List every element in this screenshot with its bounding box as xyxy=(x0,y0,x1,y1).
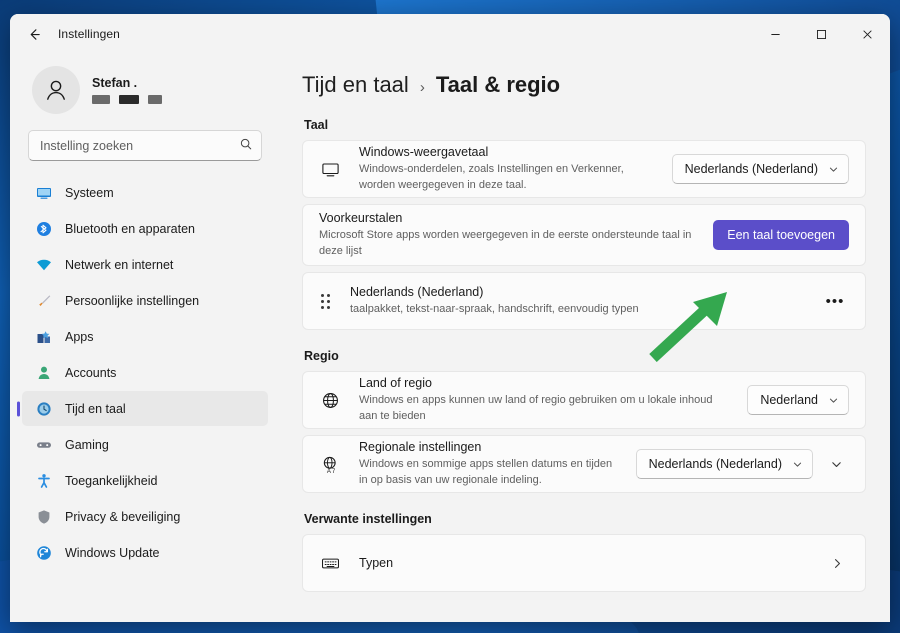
bluetooth-icon xyxy=(35,220,52,237)
expand-row-button[interactable] xyxy=(823,451,849,477)
chevron-down-icon xyxy=(828,164,839,175)
row-title: Land of regio xyxy=(359,376,432,391)
sidebar-item-label: Privacy & beveiliging xyxy=(65,509,181,524)
row-title: Regionale instellingen xyxy=(359,440,482,455)
sidebar-item-privacy-beveiliging[interactable]: Privacy & beveiliging xyxy=(22,499,268,534)
close-button[interactable] xyxy=(844,14,890,54)
wifi-icon xyxy=(35,256,52,273)
row-typing-settings[interactable]: Typen xyxy=(302,534,866,592)
sidebar: Stefan . Systeem xyxy=(10,54,280,622)
sidebar-item-bluetooth-en-apparaten[interactable]: Bluetooth en apparaten xyxy=(22,211,268,246)
user-email-redacted xyxy=(92,95,162,104)
monitor-icon xyxy=(319,160,341,179)
section-title-verwante-instellingen: Verwante instellingen xyxy=(304,512,432,526)
search-box xyxy=(28,130,262,161)
row-subtitle: Windows en apps kunnen uw land of regio … xyxy=(359,394,713,422)
sidebar-item-label: Toegankelijkheid xyxy=(65,473,158,488)
add-language-button[interactable]: Een taal toevoegen xyxy=(713,220,849,250)
dropdown-value: Nederland xyxy=(760,393,818,407)
row-regional-format[interactable]: A 7 Regionale instellingen Windows en so… xyxy=(302,435,866,493)
regional-format-dropdown[interactable]: Nederlands (Nederland) xyxy=(635,449,813,479)
chevron-down-icon xyxy=(828,395,839,406)
minimize-icon xyxy=(770,33,780,35)
shield-icon xyxy=(35,508,52,525)
clock-icon xyxy=(35,400,52,417)
chevron-right-icon xyxy=(825,557,849,570)
sidebar-item-apps[interactable]: Apps xyxy=(22,319,268,354)
title-bar: Instellingen xyxy=(10,14,890,54)
sidebar-item-label: Persoonlijke instellingen xyxy=(65,293,200,308)
page-title: Taal & regio xyxy=(435,72,561,97)
sidebar-item-toegankelijkheid[interactable]: Toegankelijkheid xyxy=(22,463,268,498)
row-preferred-languages: Voorkeurstalen Microsoft Store apps word… xyxy=(302,204,866,266)
maximize-icon xyxy=(816,29,826,39)
accessibility-icon xyxy=(35,472,52,489)
close-icon xyxy=(862,29,872,39)
sidebar-item-label: Tijd en taal xyxy=(65,401,126,416)
row-subtitle: Microsoft Store apps worden weergegeven … xyxy=(319,229,692,257)
globe-text-icon: A 7 xyxy=(319,455,341,474)
section-title-taal: Taal xyxy=(304,118,329,132)
user-profile[interactable]: Stefan . xyxy=(22,54,268,128)
row-subtitle: Windows en sommige apps stellen datums e… xyxy=(359,458,613,486)
row-country-or-region[interactable]: Land of regio Windows en apps kunnen uw … xyxy=(302,371,866,429)
person-avatar-icon xyxy=(47,80,65,100)
minimize-button[interactable] xyxy=(752,14,798,54)
breadcrumb-separator-icon: › xyxy=(419,79,425,96)
row-subtitle: Windows-onderdelen, zoals Instellingen e… xyxy=(359,163,624,191)
back-button[interactable] xyxy=(18,18,50,50)
dropdown-value: Nederlands (Nederland) xyxy=(684,162,818,176)
sidebar-item-label: Windows Update xyxy=(65,545,160,560)
arrow-left-icon xyxy=(30,28,40,40)
search-input[interactable] xyxy=(28,130,262,161)
section-title-regio: Regio xyxy=(304,349,339,363)
sidebar-item-netwerk-en-internet[interactable]: Netwerk en internet xyxy=(22,247,268,282)
row-display-language[interactable]: Windows-weergavetaal Windows-onderdelen,… xyxy=(302,140,866,198)
row-subtitle: taalpakket, tekst-naar-spraak, handschri… xyxy=(350,303,639,316)
apps-icon xyxy=(35,328,52,345)
sidebar-item-label: Accounts xyxy=(65,365,117,380)
gamepad-icon xyxy=(35,436,52,453)
sidebar-item-windows-update[interactable]: Windows Update xyxy=(22,535,268,570)
sidebar-item-accounts[interactable]: Accounts xyxy=(22,355,268,390)
row-title: Windows-weergavetaal xyxy=(359,145,489,160)
breadcrumb: Tijd en taal › Taal & regio xyxy=(302,54,866,112)
maximize-button[interactable] xyxy=(798,14,844,54)
sidebar-item-systeem[interactable]: Systeem xyxy=(22,175,268,210)
sidebar-nav: Systeem Bluetooth en apparaten Netwerk e… xyxy=(22,175,268,570)
monitor-icon xyxy=(35,184,52,201)
dropdown-value: Nederlands (Nederland) xyxy=(648,457,782,471)
user-name: Stefan . xyxy=(92,76,138,90)
svg-text:7: 7 xyxy=(331,468,335,474)
drag-handle-icon[interactable] xyxy=(321,293,330,309)
sidebar-item-label: Systeem xyxy=(65,185,114,200)
avatar xyxy=(32,66,80,114)
sidebar-item-tijd-en-taal[interactable]: Tijd en taal xyxy=(22,391,268,426)
globe-icon xyxy=(319,391,341,410)
chevron-down-icon xyxy=(792,459,803,470)
sidebar-item-label: Gaming xyxy=(65,437,109,452)
row-language-list-item[interactable]: Nederlands (Nederland) taalpakket, tekst… xyxy=(302,272,866,330)
main-content: Tijd en taal › Taal & regio Taal Windows… xyxy=(280,54,890,622)
country-dropdown[interactable]: Nederland xyxy=(747,385,849,415)
window-controls xyxy=(752,14,890,54)
keyboard-icon xyxy=(319,554,341,573)
sidebar-item-label: Apps xyxy=(65,329,94,344)
row-title: Typen xyxy=(359,555,394,570)
display-language-dropdown[interactable]: Nederlands (Nederland) xyxy=(671,154,849,184)
person-icon xyxy=(35,364,52,381)
search-icon[interactable] xyxy=(239,137,253,156)
update-icon xyxy=(35,544,52,561)
sidebar-item-gaming[interactable]: Gaming xyxy=(22,427,268,462)
app-title: Instellingen xyxy=(58,27,120,41)
sidebar-item-persoonlijke-instellingen[interactable]: Persoonlijke instellingen xyxy=(22,283,268,318)
breadcrumb-parent[interactable]: Tijd en taal xyxy=(302,72,409,98)
language-options-button[interactable]: ••• xyxy=(821,287,849,315)
row-title: Voorkeurstalen xyxy=(319,211,403,226)
settings-window: Instellingen Stefan . Instelling zoeken … xyxy=(10,14,890,622)
row-title: Nederlands (Nederland) xyxy=(350,285,484,300)
sidebar-item-label: Bluetooth en apparaten xyxy=(65,221,195,236)
sidebar-item-label: Netwerk en internet xyxy=(65,257,174,272)
paintbrush-icon xyxy=(35,292,52,309)
